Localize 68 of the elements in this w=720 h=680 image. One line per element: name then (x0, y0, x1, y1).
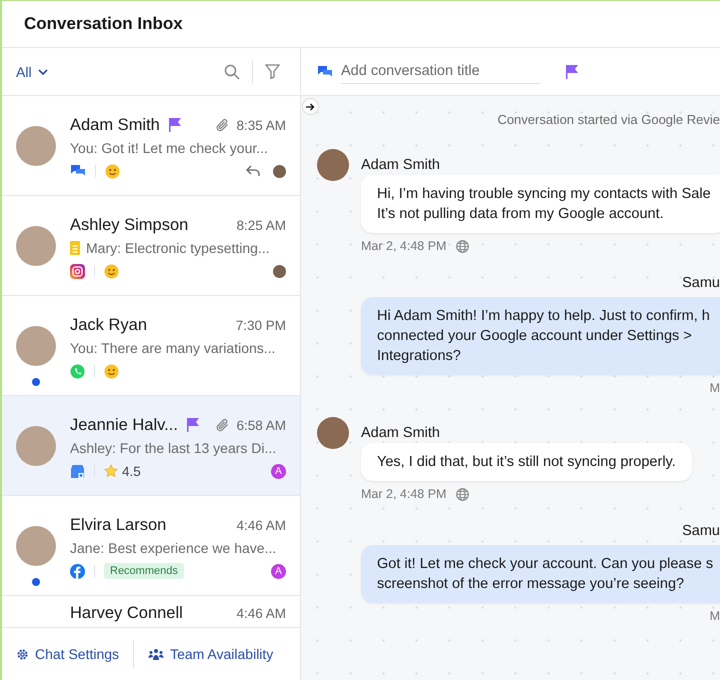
message-time: M (710, 381, 720, 395)
contact-name: Elvira Larson (70, 516, 166, 534)
contact-name: Jeannie Halv... (70, 416, 178, 434)
message-time: Mar 2, 4:48 PM (361, 487, 446, 501)
settings-icon (16, 648, 29, 660)
message-time: 4:46 AM (236, 518, 286, 532)
message-time: 8:35 AM (236, 118, 286, 132)
expand-arrow-button[interactable] (302, 98, 319, 115)
caret-icon (38, 68, 48, 74)
rating-value: 4.5 (122, 464, 141, 478)
storefront-icon (70, 464, 85, 478)
filter-icon[interactable] (265, 64, 280, 79)
sender-name: Adam Smith (361, 425, 440, 441)
team-availability-button[interactable]: Team Availability (148, 646, 274, 662)
message-time: M (710, 609, 720, 623)
message-preview: You: Got it! Let me check your... (70, 140, 268, 156)
message-preview: Mary: Electronic typesetting... (86, 240, 270, 256)
tag-badge: Recommends (104, 563, 184, 579)
message-time: Mar 2, 4:48 PM (361, 239, 446, 253)
conversation-notice: Conversation started via Google Revie (497, 112, 720, 127)
avatar (16, 126, 56, 166)
assignee-avatar (273, 264, 286, 278)
chat-bubbles-icon (70, 164, 86, 178)
window-title: Conversation Inbox (24, 14, 183, 34)
message-bubble: Hi Adam Smith! I’m happy to help. Just to confirm, h connected your Google account under Settings > Integrations? (361, 297, 720, 375)
sender-name: Adam Smith (361, 157, 440, 173)
message-preview: You: There are many variations... (70, 340, 276, 356)
facebook-icon (70, 564, 85, 578)
avatar (16, 226, 56, 266)
sender-name: Samu (682, 275, 720, 291)
chat-settings-button[interactable]: Chat Settings (16, 646, 120, 662)
contact-name: Jack Ryan (70, 316, 148, 334)
smiley-icon (105, 164, 120, 178)
globe-icon (456, 240, 470, 252)
message-time: 6:58 AM (236, 418, 286, 432)
message-bubble: Got it! Let me check your account. Can you please s screenshot of the error message you’re seeing? (361, 545, 720, 603)
avatar (16, 526, 56, 566)
instagram-icon (70, 264, 85, 278)
contact-name: Adam Smith (70, 116, 160, 134)
flag-icon[interactable] (565, 64, 579, 80)
assignee-avatar: A (271, 564, 286, 578)
message-bubble: Hi, I’m having trouble syncing my contacts with Sale It’s not pulling data from my Google account. (361, 175, 720, 233)
sender-avatar (317, 149, 349, 181)
assignee-avatar: A (271, 464, 286, 478)
smiley-icon (104, 264, 119, 278)
message-preview: Jane: Best experience we have... (70, 540, 276, 556)
conversation-item[interactable]: Jeannie Halv... 6:58 AM Ashley: For the last 13 years Di... 4.5 A (2, 396, 300, 496)
message-time: 4:46 AM (236, 606, 286, 620)
search-icon[interactable] (224, 64, 240, 80)
assignee-avatar (273, 164, 286, 178)
sender-name: Samu (682, 523, 720, 539)
smiley-icon (104, 364, 119, 378)
contact-name: Ashley Simpson (70, 216, 188, 234)
message-preview: Ashley: For the last 13 years Di... (70, 440, 276, 456)
team-icon (148, 648, 164, 660)
avatar (16, 326, 56, 366)
whatsapp-icon (70, 364, 85, 378)
arrow-icon (306, 102, 315, 110)
message-time: 7:30 PM (236, 318, 286, 332)
star-icon (104, 464, 118, 478)
globe-icon (456, 488, 470, 500)
message-time: 8:25 AM (236, 218, 286, 232)
contact-name: Harvey Connell (70, 604, 183, 622)
filter-dropdown[interactable]: All (16, 64, 48, 80)
chat-bubbles-icon (317, 64, 333, 78)
avatar (16, 426, 56, 466)
message-bubble: Yes, I did that, but it’s still not syncing properly. (361, 443, 692, 481)
sender-avatar (317, 417, 349, 449)
